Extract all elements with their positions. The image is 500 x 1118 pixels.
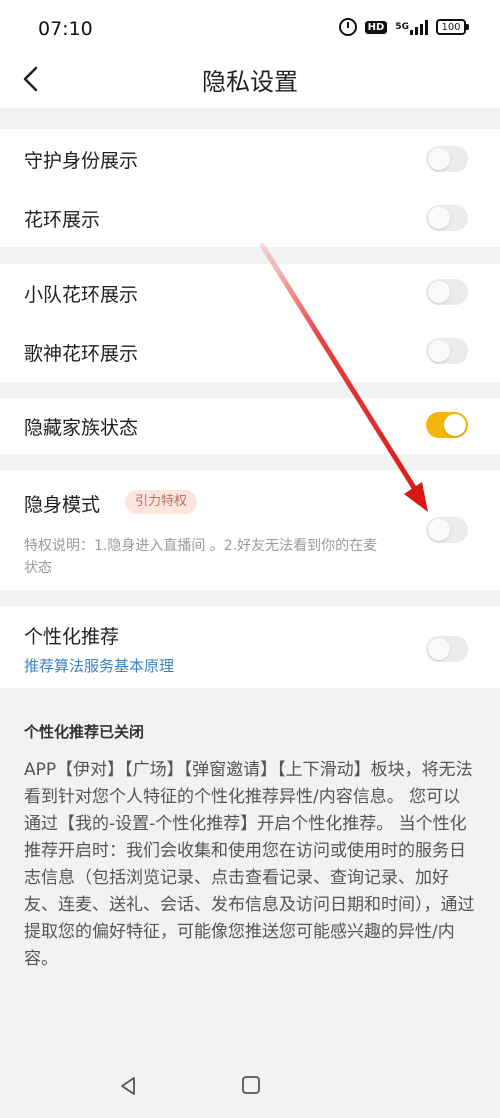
personalized-toggle[interactable] <box>426 636 468 662</box>
network-type-label: 5G <box>395 22 409 32</box>
alarm-icon <box>338 18 357 36</box>
info-title: 个性化推荐已关闭 <box>24 723 145 741</box>
privilege-badge: 引力特权 <box>125 490 198 514</box>
algorithm-principle-link[interactable]: 推荐算法服务基本原理 <box>24 655 174 676</box>
status-icons: HD 5G 100 <box>338 18 469 36</box>
team-wreath-toggle[interactable] <box>426 279 468 305</box>
settings-group-3: 隐藏家族状态 <box>0 398 500 454</box>
stealth-mode-description: 特权说明：1.隐身进入直播间 。2.好友无法看到你的在麦状态 <box>24 538 378 576</box>
hd-icon: HD <box>364 20 388 34</box>
wreath-display-toggle[interactable] <box>426 205 468 231</box>
setting-label: 隐藏家族状态 <box>24 417 139 439</box>
guard-identity-toggle[interactable] <box>426 146 468 172</box>
setting-row-guard-identity: 守护身份展示 <box>0 129 500 188</box>
system-nav-bar <box>0 1060 500 1118</box>
singer-wreath-toggle[interactable] <box>426 338 468 364</box>
setting-label: 守护身份展示 <box>24 150 139 172</box>
stealth-mode-label: 隐身模式 <box>24 494 101 516</box>
stealth-mode-toggle[interactable] <box>426 517 468 543</box>
battery-icon: 100 <box>436 19 469 35</box>
setting-row-singer-wreath: 歌神花环展示 <box>0 323 500 382</box>
settings-group-2: 小队花环展示 歌神花环展示 <box>0 264 500 382</box>
status-bar: 07:10 HD 5G 100 <box>0 0 500 60</box>
setting-row-hide-family: 隐藏家族状态 <box>0 398 500 454</box>
setting-label: 小队花环展示 <box>24 284 139 306</box>
square-home-icon[interactable] <box>240 1074 262 1096</box>
setting-row-wreath: 花环展示 <box>0 188 500 247</box>
setting-label: 歌神花环展示 <box>24 343 139 365</box>
settings-group-1: 守护身份展示 花环展示 <box>0 129 500 247</box>
status-time: 07:10 <box>38 18 93 40</box>
hide-family-toggle[interactable] <box>426 412 468 438</box>
page-title: 隐私设置 <box>202 68 298 96</box>
signal-icon: 5G <box>395 19 428 35</box>
battery-level: 100 <box>441 21 461 33</box>
nav-header: 隐私设置 <box>0 60 500 108</box>
info-body: APP【伊对】【广场】【弹窗邀请】【上下滑动】板块，将无法看到针对您个人特征的个… <box>24 760 475 969</box>
setting-row-team-wreath: 小队花环展示 <box>0 264 500 323</box>
personalized-label: 个性化推荐 <box>24 626 120 648</box>
setting-label: 花环展示 <box>24 209 101 231</box>
triangle-back-icon[interactable] <box>116 1074 140 1098</box>
